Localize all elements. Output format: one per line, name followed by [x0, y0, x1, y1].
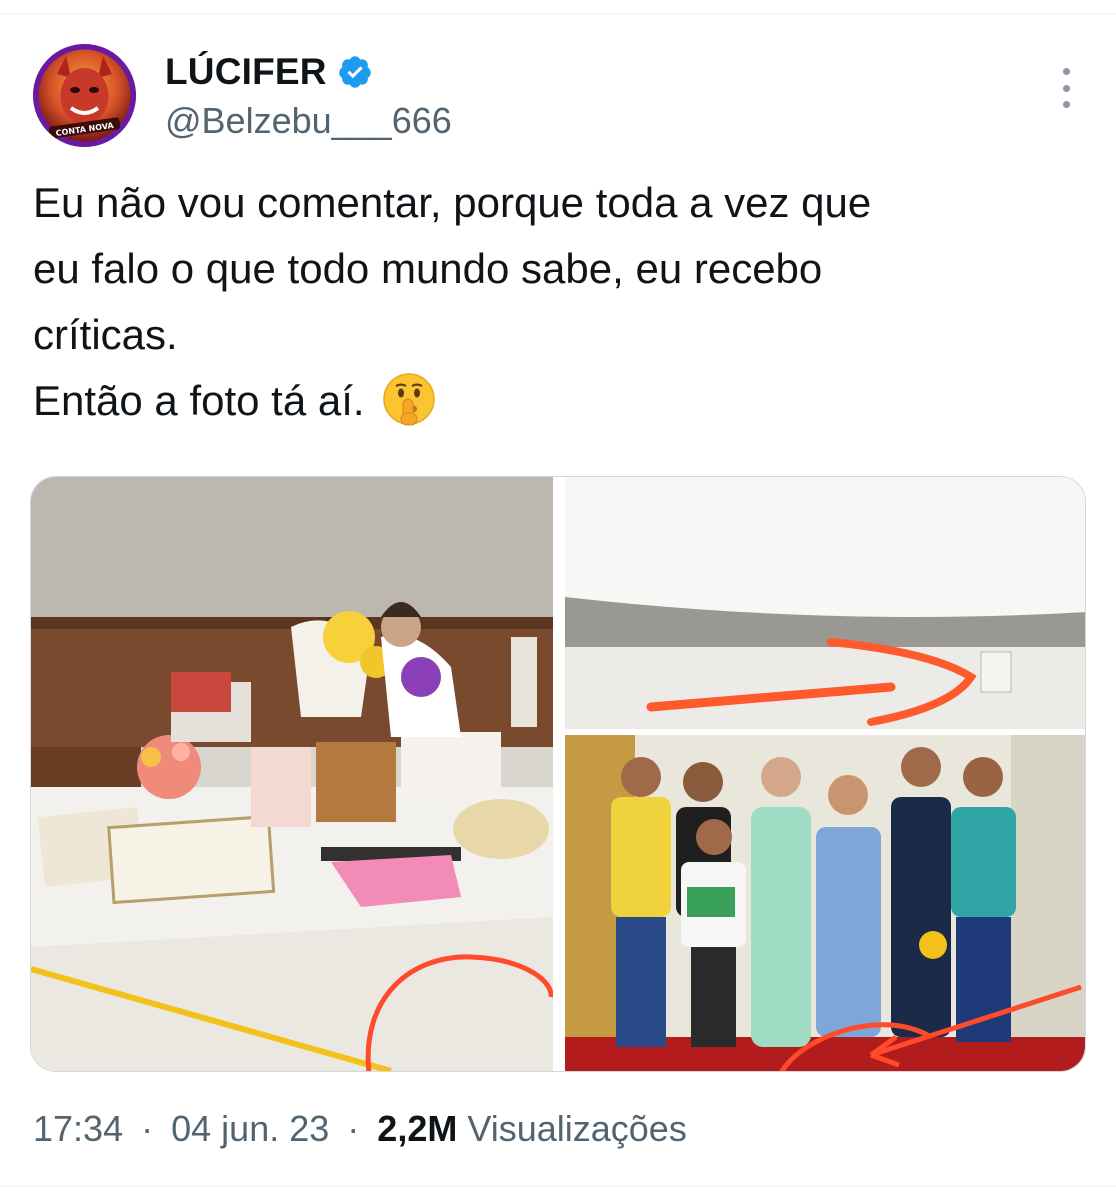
more-vertical-icon[interactable] — [1052, 68, 1080, 108]
media-photo-1 — [31, 477, 554, 1071]
media-photos — [31, 477, 1085, 1071]
views-count[interactable]: 2,2M — [377, 1108, 457, 1149]
top-divider — [0, 0, 1116, 14]
verified-badge-icon — [338, 56, 371, 88]
media-photo-3 — [565, 735, 1085, 1071]
more-dot — [1062, 101, 1070, 108]
bottom-divider — [0, 1186, 1116, 1187]
meta-separator: · — [347, 1108, 360, 1149]
tweet-time[interactable]: 17:34 — [33, 1108, 123, 1149]
author-display-name[interactable]: LÚCIFER — [165, 51, 327, 93]
shushing-face-emoji-icon — [382, 373, 435, 426]
views-label[interactable]: Visualizações — [467, 1108, 686, 1149]
tweet-text-line: Então a foto tá aí. — [33, 377, 365, 424]
author-handle[interactable]: @Belzebu___666 — [165, 100, 452, 142]
tweet-meta: 17:34 · 04 jun. 23 · 2,2M Visualizações — [33, 1108, 687, 1150]
author-avatar[interactable]: CONTA NOVA — [33, 44, 136, 147]
tweet-text-line-last: Então a foto tá aí. — [33, 368, 1073, 434]
tweet-text: Eu não vou comentar, porque toda a vez q… — [33, 170, 1073, 434]
author-name-row[interactable]: LÚCIFER — [165, 50, 373, 94]
tweet-date[interactable]: 04 jun. 23 — [171, 1108, 329, 1149]
tweet-text-line: Eu não vou comentar, porque toda a vez q… — [33, 179, 872, 226]
more-dot — [1062, 68, 1070, 75]
avatar-devil-image: CONTA NOVA — [33, 44, 136, 147]
media-photo-2 — [565, 477, 1085, 729]
tweet-media-grid[interactable] — [30, 476, 1086, 1072]
more-dot — [1062, 84, 1070, 92]
tweet-text-line: eu falo o que todo mundo sabe, eu recebo — [33, 245, 823, 292]
tweet-text-line: críticas. — [33, 311, 178, 358]
meta-separator: · — [141, 1108, 154, 1149]
